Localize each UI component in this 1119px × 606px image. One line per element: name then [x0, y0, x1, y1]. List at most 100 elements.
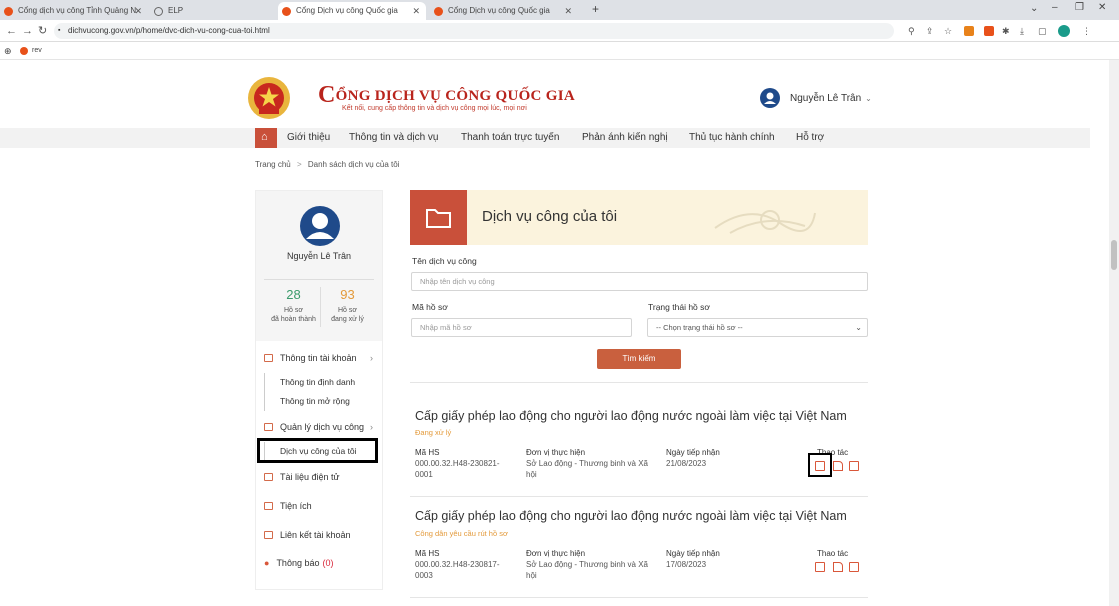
sidebar-item-utilities[interactable]: Tiện ích: [264, 501, 312, 511]
divider: [410, 496, 868, 497]
site-favicon-icon: [4, 7, 13, 16]
folder-icon: [264, 423, 273, 431]
menu-item-thanh-toan[interactable]: Thanh toán trực tuyến: [461, 128, 559, 148]
download-icon[interactable]: ⤓: [1020, 24, 1024, 38]
record-actions-label: Thao tác: [817, 549, 849, 558]
sidebar-item-account[interactable]: Thông tin tài khoản: [264, 353, 357, 363]
extensions-puzzle-icon[interactable]: ✱: [1002, 24, 1010, 38]
export-icon[interactable]: [849, 461, 859, 471]
record-date: Ngày tiếp nhận 17/08/2023: [666, 549, 720, 569]
chevron-right-icon[interactable]: ›: [370, 353, 373, 363]
home-button[interactable]: ⌂: [255, 128, 277, 148]
record-code: Mã HS 000.00.32.H48-230817- 0003: [415, 549, 500, 580]
record-title[interactable]: Cấp giấy phép lao động cho người lao độn…: [415, 509, 847, 523]
tab-list-icon[interactable]: ⌄: [1030, 3, 1038, 14]
record-status-select[interactable]: -- Chọn trạng thái hồ sơ -- ⌄: [647, 318, 868, 337]
record-status: Công dân yêu cầu rút hồ sơ: [415, 529, 508, 538]
metamask-extension-icon[interactable]: [964, 26, 974, 36]
bookmark-star-icon[interactable]: ☆: [944, 24, 952, 38]
record-code-label: Mã hồ sơ: [412, 302, 448, 312]
reload-icon[interactable]: ↻: [38, 24, 47, 38]
record-code: Mã HS 000.00.32.H48-230821- 0001: [415, 448, 500, 479]
menu-item-phan-anh[interactable]: Phản ánh kiến nghị: [582, 128, 668, 148]
close-window-icon[interactable]: ✕: [1098, 2, 1106, 13]
user-menu[interactable]: Nguyễn Lê Trân ⌄: [760, 88, 872, 108]
folder-icon: [410, 190, 467, 245]
bookmarks-bar: ⊕ rev: [0, 42, 1119, 60]
minimize-icon[interactable]: –: [1052, 2, 1058, 13]
breadcrumb-home[interactable]: Trang chủ: [255, 160, 291, 169]
user-avatar-icon: [760, 88, 780, 108]
menu-item-ho-tro[interactable]: Hỗ trợ: [796, 128, 824, 148]
share-icon[interactable]: [833, 461, 843, 471]
zoom-icon[interactable]: ⚲: [908, 24, 915, 38]
sidebar-subitem-identity[interactable]: Thông tin định danh: [264, 373, 355, 392]
menu-item-thu-tuc[interactable]: Thủ tục hành chính: [689, 128, 775, 148]
more-menu-icon[interactable]: ⋮: [1082, 24, 1091, 38]
browser-tab[interactable]: Cổng Dịch vụ công Quốc gia ✕: [430, 2, 578, 20]
divider: [410, 382, 868, 383]
view-document-icon[interactable]: [815, 562, 825, 572]
browser-tab-strip: Cổng dịch vụ công Tỉnh Quảng N ✕ ELP Cổng…: [0, 0, 1119, 20]
back-icon[interactable]: ←: [6, 24, 17, 38]
document-icon: [264, 473, 273, 481]
chevron-right-icon[interactable]: ›: [370, 422, 373, 432]
sidebar-subitem-extended[interactable]: Thông tin mở rộng: [264, 392, 350, 411]
browser-tab[interactable]: ELP: [150, 2, 270, 20]
site-title[interactable]: CỔNG DỊCH VỤ CÔNG QUỐC GIA: [318, 80, 575, 108]
search-button[interactable]: Tìm kiếm: [597, 349, 681, 369]
highlight-box: [257, 438, 378, 463]
site-favicon-icon: [282, 7, 291, 16]
menu-item-thong-tin-dich-vu[interactable]: Thông tin và dịch vụ: [349, 128, 439, 148]
restore-icon[interactable]: ❐: [1075, 2, 1084, 13]
new-tab-icon[interactable]: +: [592, 2, 599, 16]
record-unit: Đơn vị thực hiện Sở Lao động - Thương bin…: [526, 549, 648, 580]
scrollbar-thumb[interactable]: [1111, 240, 1117, 270]
page-title: Dịch vụ công của tôi: [482, 208, 618, 225]
sidebar-item-manage-services[interactable]: Quản lý dịch vụ công: [264, 422, 364, 432]
record-status: Đang xử lý: [415, 428, 452, 437]
address-bar-row: ← → ↻ ▪ dichvucong.gov.vn/p/home/dvc-dich…: [0, 20, 1119, 42]
forward-icon[interactable]: →: [22, 24, 33, 38]
sidebar-item-linked-accounts[interactable]: Liên kết tài khoản: [264, 530, 351, 540]
record-code-input[interactable]: Nhập mã hồ sơ: [411, 318, 632, 337]
menu-item-gioi-thieu[interactable]: Giới thiệu: [287, 128, 330, 148]
user-name: Nguyễn Lê Trân: [790, 92, 862, 104]
close-tab-icon[interactable]: ✕: [134, 2, 142, 20]
stat-completed[interactable]: 28 Hồ sơ đã hoàn thành: [266, 287, 321, 324]
service-name-input[interactable]: Nhập tên dịch vụ công: [411, 272, 868, 291]
record-title[interactable]: Cấp giấy phép lao động cho người lao độn…: [415, 409, 847, 423]
national-emblem-logo[interactable]: [245, 76, 293, 120]
bell-icon: ●: [264, 558, 270, 568]
share-icon[interactable]: [833, 562, 843, 572]
sidebar-item-documents[interactable]: Tài liệu điện tử: [264, 472, 340, 482]
profile-name: Nguyễn Lê Trân: [286, 251, 352, 261]
id-card-icon: [264, 354, 273, 362]
bookmark-rev[interactable]: rev: [32, 47, 42, 54]
site-tagline: Kết nối, cung cấp thông tin và dịch vụ c…: [342, 105, 527, 112]
chevron-down-icon: ⌄: [855, 323, 862, 332]
utility-icon: [264, 502, 273, 510]
stat-processing[interactable]: 93 Hồ sơ đang xử lý: [320, 287, 375, 324]
scrollbar[interactable]: [1109, 60, 1119, 606]
browser-tab-active[interactable]: Cổng Dịch vụ công Quốc gia ✕: [278, 2, 426, 20]
link-folder-icon: [264, 531, 273, 539]
browser-tab[interactable]: Cổng dịch vụ công Tỉnh Quảng N ✕: [0, 2, 148, 20]
profile-avatar[interactable]: [1058, 25, 1070, 37]
globe-icon: [154, 7, 163, 16]
sidebar: Nguyễn Lê Trân 28 Hồ sơ đã hoàn thành 93 …: [255, 190, 383, 590]
share-icon[interactable]: ⇪: [926, 24, 934, 38]
url-field[interactable]: ▪ dichvucong.gov.vn/p/home/dvc-dich-vu-co…: [54, 23, 894, 39]
lock-icon: ▪: [58, 27, 61, 34]
side-panel-icon[interactable]: ▢: [1038, 24, 1047, 38]
close-tab-icon[interactable]: ✕: [412, 2, 420, 20]
export-icon[interactable]: [849, 562, 859, 572]
sidebar-item-notifications[interactable]: ● Thông báo (0): [264, 558, 333, 568]
close-tab-icon[interactable]: ✕: [564, 2, 572, 20]
notification-count: (0): [322, 558, 334, 568]
record-date: Ngày tiếp nhận 21/08/2023: [666, 448, 720, 468]
extension-icon[interactable]: [984, 26, 994, 36]
breadcrumb-current: Danh sách dịch vụ của tôi: [307, 160, 400, 169]
chevron-down-icon: ⌄: [865, 93, 872, 103]
drum-decoration-icon: [714, 210, 816, 234]
